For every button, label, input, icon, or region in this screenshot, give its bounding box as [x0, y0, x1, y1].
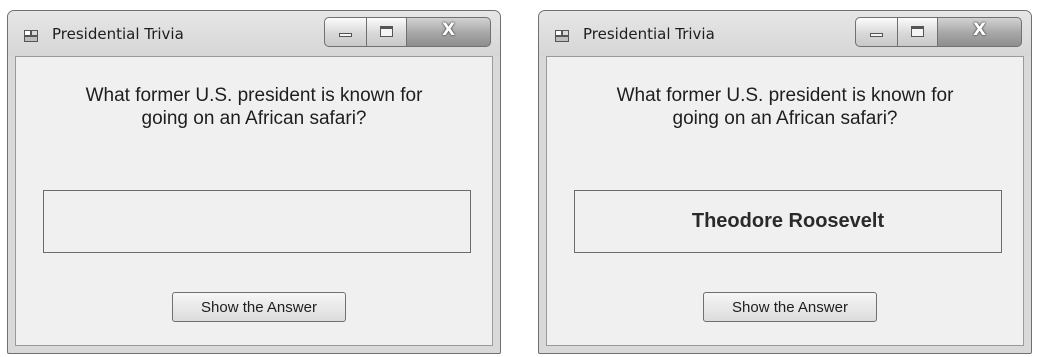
minimize-button[interactable] — [324, 17, 367, 47]
question-line-2: going on an African safari? — [672, 108, 898, 129]
close-icon: X — [972, 20, 987, 40]
question-line-1: What former U.S. president is known for — [85, 85, 423, 106]
answer-label-box — [43, 190, 471, 253]
minimize-icon — [339, 33, 352, 37]
title-bar[interactable]: Presidential Trivia X — [8, 11, 500, 56]
close-button[interactable]: X — [938, 17, 1022, 47]
form-client-area: What former U.S. president is known for … — [15, 56, 493, 346]
window-controls: X — [855, 17, 1022, 47]
maximize-icon — [380, 26, 393, 37]
answer-text: Theodore Roosevelt — [691, 210, 885, 232]
minimize-icon — [870, 33, 883, 37]
form-client-area: What former U.S. president is known for … — [546, 56, 1024, 346]
maximize-button[interactable] — [367, 17, 407, 47]
app-form-icon — [555, 30, 569, 42]
window-controls: X — [324, 17, 491, 47]
question-line-2: going on an African safari? — [141, 108, 367, 129]
question-line-1: What former U.S. president is known for — [616, 85, 954, 106]
title-bar[interactable]: Presidential Trivia X — [539, 11, 1031, 56]
close-icon: X — [441, 20, 456, 40]
minimize-button[interactable] — [855, 17, 898, 47]
window-title: Presidential Trivia — [583, 25, 715, 43]
maximize-button[interactable] — [898, 17, 938, 47]
question-label: What former U.S. president is known for … — [547, 84, 1023, 130]
close-button[interactable]: X — [407, 17, 491, 47]
app-window-before: Presidential Trivia X What former U.S. p… — [7, 10, 501, 354]
app-window-after: Presidential Trivia X What former U.S. p… — [538, 10, 1032, 354]
show-answer-button[interactable]: Show the Answer — [703, 292, 877, 322]
answer-label-box: Theodore Roosevelt — [574, 190, 1002, 253]
maximize-icon — [911, 26, 924, 37]
window-title: Presidential Trivia — [52, 25, 184, 43]
app-form-icon — [24, 30, 38, 42]
show-answer-button[interactable]: Show the Answer — [172, 292, 346, 322]
question-label: What former U.S. president is known for … — [16, 84, 492, 130]
